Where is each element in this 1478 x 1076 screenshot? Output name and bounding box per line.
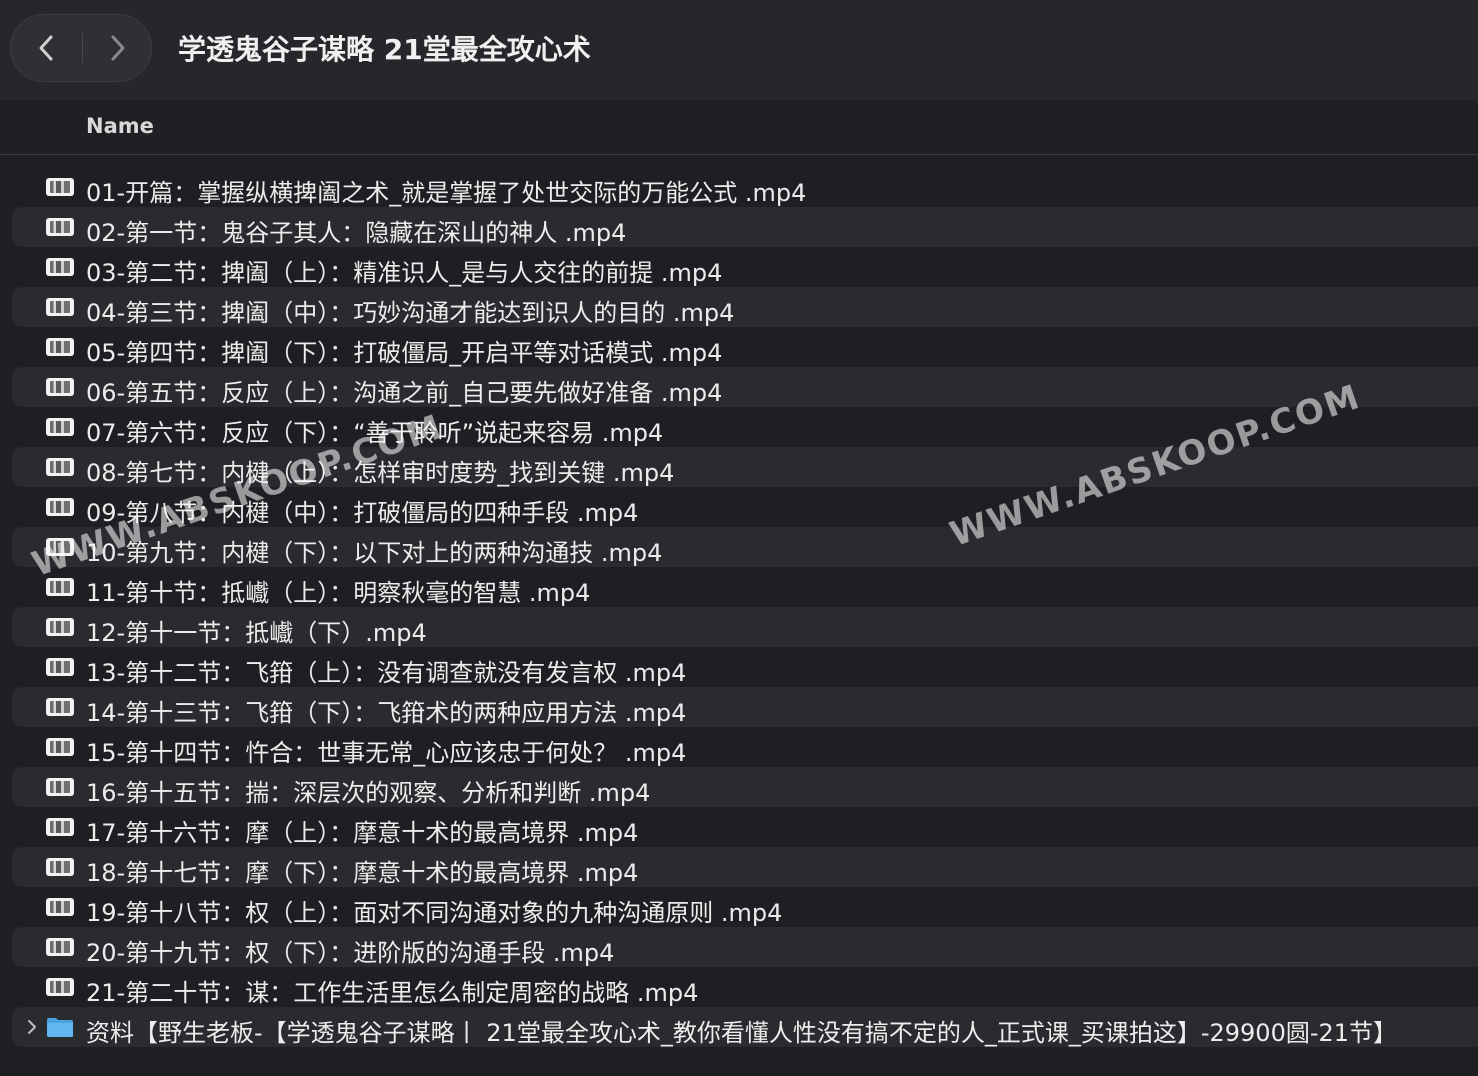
file-name: 11-第十节：抵巇（上）：明察秋毫的智慧 .mp4 — [86, 579, 591, 607]
video-file-icon — [46, 218, 74, 236]
video-file-icon — [46, 258, 74, 276]
list-item[interactable]: 21-第二十节：谋：工作生活里怎么制定周密的战略 .mp4 — [12, 967, 1478, 1007]
list-item[interactable]: 04-第三节：捭阖（中）：巧妙沟通才能达到识人的目的 .mp4 — [12, 287, 1478, 327]
file-name: 06-第五节：反应（上）：沟通之前_自己要先做好准备 .mp4 — [86, 379, 723, 407]
video-file-icon — [46, 898, 74, 916]
video-file-icon — [46, 738, 74, 756]
list-item[interactable]: 18-第十七节：摩（下）：摩意十术的最高境界 .mp4 — [12, 847, 1478, 887]
list-item[interactable]: 15-第十四节：忤合：世事无常_心应该忠于何处？ .mp4 — [12, 727, 1478, 767]
window-title: 学透鬼谷子谋略 21堂最全攻心术 — [178, 33, 591, 66]
video-file-icon — [46, 938, 74, 956]
file-name: 21-第二十节：谋：工作生活里怎么制定周密的战略 .mp4 — [86, 979, 699, 1007]
list-item[interactable]: 03-第二节：捭阖（上）：精准识人_是与人交往的前提 .mp4 — [12, 247, 1478, 287]
file-list: 01-开篇：掌握纵横捭阖之术_就是掌握了处世交际的万能公式 .mp4 02-第一节… — [0, 167, 1478, 1047]
file-name: 18-第十七节：摩（下）：摩意十术的最高境界 .mp4 — [86, 859, 639, 887]
list-item[interactable]: 20-第十九节：权（下）：进阶版的沟通手段 .mp4 — [12, 927, 1478, 967]
list-item[interactable]: 12-第十一节：抵巇（下）.mp4 — [12, 607, 1478, 647]
video-file-icon — [46, 458, 74, 476]
video-file-icon — [46, 298, 74, 316]
file-name: 04-第三节：捭阖（中）：巧妙沟通才能达到识人的目的 .mp4 — [86, 299, 735, 327]
list-item[interactable]: 14-第十三节：飞箝（下）：飞箝术的两种应用方法 .mp4 — [12, 687, 1478, 727]
file-name: 19-第十八节：权（上）：面对不同沟通对象的九种沟通原则 .mp4 — [86, 899, 783, 927]
file-name: 16-第十五节：揣：深层次的观察、分析和判断 .mp4 — [86, 779, 651, 807]
file-name: 08-第七节：内楗（上）：怎样审时度势_找到关键 .mp4 — [86, 459, 675, 487]
video-file-icon — [46, 978, 74, 996]
file-name: 05-第四节：捭阖（下）：打破僵局_开启平等对话模式 .mp4 — [86, 339, 723, 367]
list-item[interactable]: 06-第五节：反应（上）：沟通之前_自己要先做好准备 .mp4 — [12, 367, 1478, 407]
back-button[interactable] — [11, 15, 81, 81]
folder-icon — [46, 1017, 74, 1038]
file-name: 07-第六节：反应（下）：“善于聆听”说起来容易 .mp4 — [86, 419, 664, 447]
list-item[interactable]: 13-第十二节：飞箝（上）：没有调查就没有发言权 .mp4 — [12, 647, 1478, 687]
file-name: 10-第九节：内楗（下）：以下对上的两种沟通技 .mp4 — [86, 539, 663, 567]
folder-name: 资料【野生老板-【学透鬼谷子谋略丨 21堂最全攻心术_教你看懂人性没有搞不定的人… — [86, 1019, 1398, 1047]
video-file-icon — [46, 578, 74, 596]
list-item[interactable]: 17-第十六节：摩（上）：摩意十术的最高境界 .mp4 — [12, 807, 1478, 847]
video-file-icon — [46, 178, 74, 196]
title-bar: 学透鬼谷子谋略 21堂最全攻心术 — [0, 0, 1478, 100]
list-item[interactable]: 08-第七节：内楗（上）：怎样审时度势_找到关键 .mp4 — [12, 447, 1478, 487]
name-column-header[interactable]: Name — [86, 114, 154, 138]
folder-item[interactable]: 资料【野生老板-【学透鬼谷子谋略丨 21堂最全攻心术_教你看懂人性没有搞不定的人… — [12, 1007, 1478, 1047]
video-file-icon — [46, 538, 74, 556]
video-file-icon — [46, 498, 74, 516]
list-item[interactable]: 01-开篇：掌握纵横捭阖之术_就是掌握了处世交际的万能公式 .mp4 — [12, 167, 1478, 207]
video-file-icon — [46, 698, 74, 716]
video-file-icon — [46, 378, 74, 396]
file-name: 20-第十九节：权（下）：进阶版的沟通手段 .mp4 — [86, 939, 615, 967]
video-file-icon — [46, 858, 74, 876]
video-file-icon — [46, 818, 74, 836]
file-name: 15-第十四节：忤合：世事无常_心应该忠于何处？ .mp4 — [86, 739, 687, 767]
video-file-icon — [46, 618, 74, 636]
chevron-left-icon — [39, 35, 53, 61]
chevron-right-icon — [28, 1020, 36, 1034]
disclosure-triangle-button[interactable] — [22, 1015, 42, 1039]
file-name: 01-开篇：掌握纵横捭阖之术_就是掌握了处世交际的万能公式 .mp4 — [86, 179, 807, 207]
file-name: 13-第十二节：飞箝（上）：没有调查就没有发言权 .mp4 — [86, 659, 687, 687]
video-file-icon — [46, 778, 74, 796]
forward-button[interactable] — [83, 15, 153, 81]
list-item[interactable]: 02-第一节：鬼谷子其人：隐藏在深山的神人 .mp4 — [12, 207, 1478, 247]
navigation-buttons — [10, 14, 152, 82]
list-item[interactable]: 09-第八节：内楗（中）：打破僵局的四种手段 .mp4 — [12, 487, 1478, 527]
list-item[interactable]: 10-第九节：内楗（下）：以下对上的两种沟通技 .mp4 — [12, 527, 1478, 567]
file-name: 02-第一节：鬼谷子其人：隐藏在深山的神人 .mp4 — [86, 219, 627, 247]
chevron-right-icon — [111, 35, 125, 61]
list-item[interactable]: 19-第十八节：权（上）：面对不同沟通对象的九种沟通原则 .mp4 — [12, 887, 1478, 927]
video-file-icon — [46, 338, 74, 356]
list-header: Name — [0, 100, 1478, 155]
list-item[interactable]: 05-第四节：捭阖（下）：打破僵局_开启平等对话模式 .mp4 — [12, 327, 1478, 367]
file-name: 12-第十一节：抵巇（下）.mp4 — [86, 619, 427, 647]
list-item[interactable]: 11-第十节：抵巇（上）：明察秋毫的智慧 .mp4 — [12, 567, 1478, 607]
list-item[interactable]: 16-第十五节：揣：深层次的观察、分析和判断 .mp4 — [12, 767, 1478, 807]
video-file-icon — [46, 658, 74, 676]
video-file-icon — [46, 418, 74, 436]
list-item[interactable]: 07-第六节：反应（下）：“善于聆听”说起来容易 .mp4 — [12, 407, 1478, 447]
file-name: 03-第二节：捭阖（上）：精准识人_是与人交往的前提 .mp4 — [86, 259, 723, 287]
file-name: 09-第八节：内楗（中）：打破僵局的四种手段 .mp4 — [86, 499, 639, 527]
file-name: 14-第十三节：飞箝（下）：飞箝术的两种应用方法 .mp4 — [86, 699, 687, 727]
file-name: 17-第十六节：摩（上）：摩意十术的最高境界 .mp4 — [86, 819, 639, 847]
